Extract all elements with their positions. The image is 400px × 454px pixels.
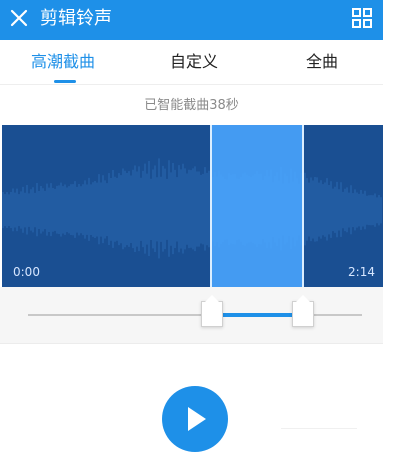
divider <box>281 428 357 429</box>
status-text: 已智能截曲38秒 <box>144 98 239 113</box>
page-title: 剪辑铃声 <box>40 8 112 29</box>
tab-full-song[interactable]: 全曲 <box>306 51 338 73</box>
selection-end-line[interactable] <box>302 125 304 287</box>
play-icon <box>188 407 206 431</box>
slider-left-handle[interactable] <box>201 295 223 327</box>
tab-custom[interactable]: 自定义 <box>170 51 218 73</box>
right-gutter <box>383 0 400 454</box>
title-bar: 剪辑铃声 <box>0 0 383 40</box>
trim-slider <box>0 287 383 344</box>
tab-highlight[interactable]: 高潮截曲 <box>31 51 95 73</box>
grid-icon[interactable] <box>351 7 373 29</box>
waveform <box>2 158 382 259</box>
selection-region[interactable] <box>211 125 303 287</box>
play-button[interactable] <box>162 386 228 452</box>
waveform-panel[interactable]: 0:00 2:14 <box>2 125 383 287</box>
selection-start-line[interactable] <box>210 125 212 287</box>
tab-bar: 高潮截曲 自定义 全曲 <box>0 40 383 85</box>
start-time: 0:00 <box>13 265 40 279</box>
slider-right-handle[interactable] <box>292 295 314 327</box>
end-time: 2:14 <box>348 265 375 279</box>
active-tab-indicator <box>54 80 76 83</box>
close-icon[interactable] <box>8 7 30 29</box>
slider-selected-range <box>211 313 302 317</box>
